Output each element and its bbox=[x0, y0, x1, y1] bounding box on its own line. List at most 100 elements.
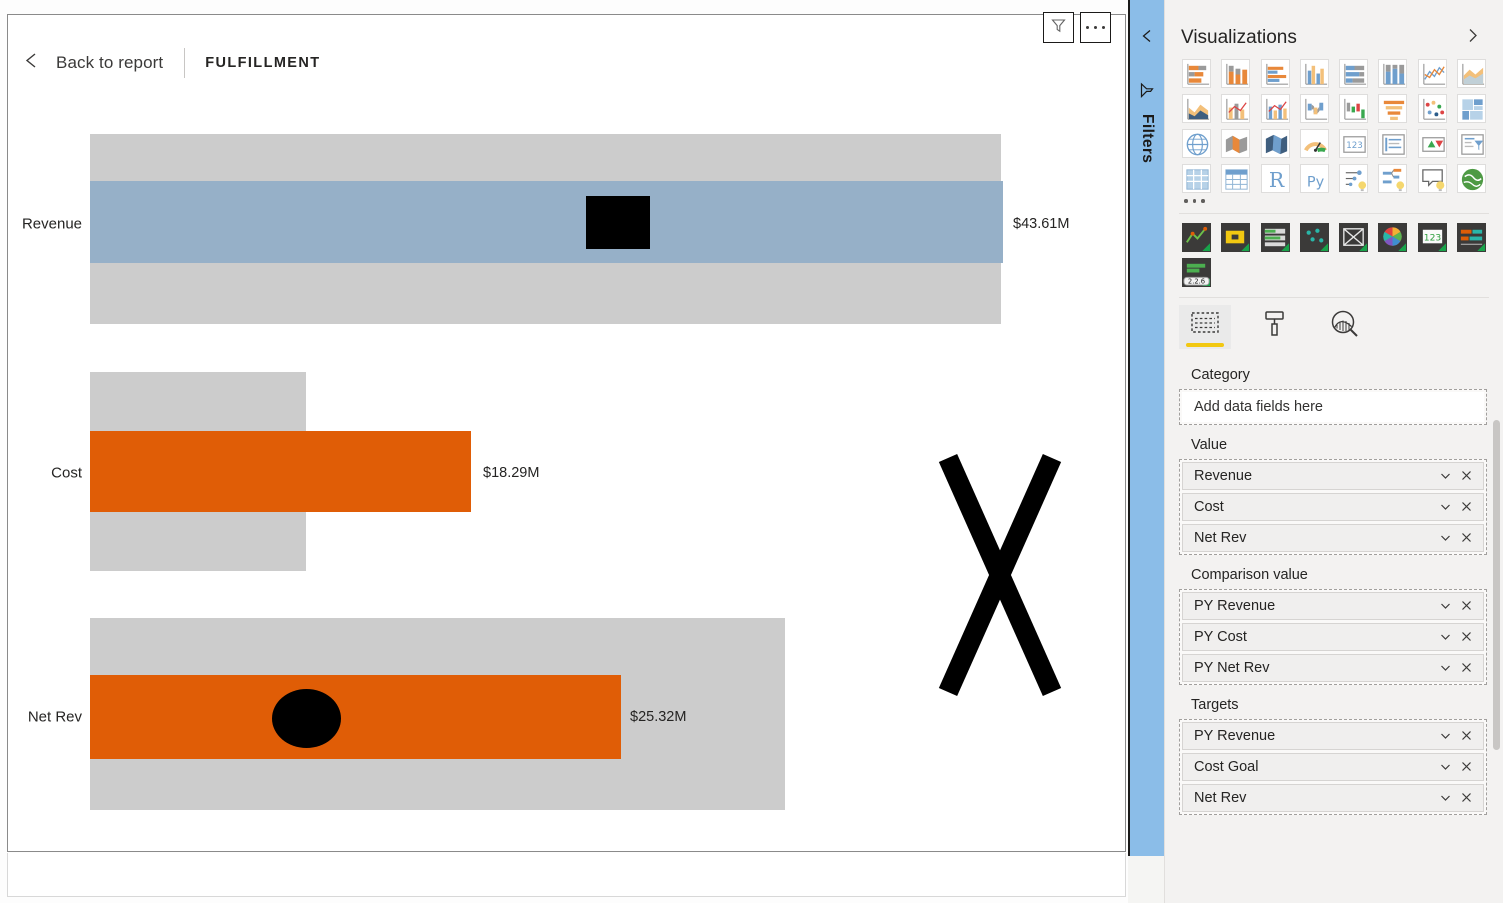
map-icon[interactable] bbox=[1182, 129, 1212, 158]
chevron-left-icon[interactable] bbox=[1139, 28, 1155, 49]
chevron-down-icon[interactable] bbox=[1435, 657, 1456, 678]
custom-image-visual-icon[interactable] bbox=[1339, 222, 1369, 252]
close-x-icon[interactable] bbox=[1456, 756, 1477, 777]
kpi-icon[interactable] bbox=[1417, 129, 1447, 158]
close-x-icon[interactable] bbox=[1456, 465, 1477, 486]
line-and-clustered-column-icon[interactable] bbox=[1260, 94, 1290, 123]
clustered-bar-chart-icon[interactable] bbox=[1260, 59, 1290, 88]
treemap-icon[interactable] bbox=[1456, 94, 1486, 123]
chevron-down-icon[interactable] bbox=[1435, 595, 1456, 616]
field-chip[interactable]: Revenue bbox=[1182, 461, 1484, 490]
filters-pane-collapsed[interactable]: Filters bbox=[1128, 0, 1164, 856]
stacked-area-chart-icon[interactable] bbox=[1182, 94, 1212, 123]
decomposition-tree-icon[interactable] bbox=[1378, 164, 1408, 193]
r-script-visual-icon[interactable]: R bbox=[1260, 164, 1290, 193]
card-icon[interactable]: 123 bbox=[1339, 129, 1369, 158]
multi-row-card-icon[interactable] bbox=[1378, 129, 1408, 158]
field-chip[interactable]: Net Rev bbox=[1182, 523, 1484, 552]
more-visuals-ellipsis[interactable] bbox=[1179, 199, 1489, 203]
field-chip[interactable]: PY Cost bbox=[1182, 622, 1484, 651]
custom-card-visual-icon[interactable] bbox=[1221, 222, 1251, 252]
bullet-row-cost[interactable]: Cost $18.29M bbox=[0, 365, 1119, 571]
table-icon[interactable] bbox=[1182, 164, 1212, 193]
tab-format[interactable] bbox=[1249, 305, 1301, 349]
custom-visuals-section: 123 2.2.6 bbox=[1165, 214, 1503, 287]
scatter-chart-icon[interactable] bbox=[1417, 94, 1447, 123]
visualizations-pane-header: Visualizations bbox=[1165, 0, 1503, 49]
tab-fields[interactable] bbox=[1179, 304, 1231, 349]
custom-bullet-chart-2.2.6-icon[interactable]: 2.2.6 bbox=[1182, 257, 1212, 287]
chevron-down-icon[interactable] bbox=[1435, 527, 1456, 548]
shape-map-icon[interactable] bbox=[1260, 129, 1290, 158]
100-stacked-column-chart-icon[interactable] bbox=[1378, 59, 1408, 88]
matrix-icon[interactable] bbox=[1221, 164, 1251, 193]
filter-funnel-icon bbox=[1138, 81, 1156, 104]
chevron-down-icon[interactable] bbox=[1435, 787, 1456, 808]
bullet-category-label: Cost bbox=[51, 464, 82, 482]
custom-gantt-icon[interactable] bbox=[1456, 222, 1486, 252]
custom-scatter-visual-icon[interactable] bbox=[1299, 222, 1329, 252]
chevron-right-icon[interactable] bbox=[1464, 27, 1481, 49]
close-x-icon[interactable] bbox=[1456, 527, 1477, 548]
custom-bullet-chart-icon[interactable] bbox=[1260, 222, 1290, 252]
bullet-value-bar bbox=[90, 181, 1003, 263]
100-stacked-bar-chart-icon[interactable] bbox=[1339, 59, 1369, 88]
arcgis-maps-icon[interactable] bbox=[1456, 164, 1486, 193]
ribbon-chart-icon[interactable] bbox=[1299, 94, 1329, 123]
visual-filter-button[interactable] bbox=[1043, 12, 1074, 43]
waterfall-chart-icon[interactable] bbox=[1339, 94, 1369, 123]
chevron-down-icon[interactable] bbox=[1435, 626, 1456, 647]
close-x-icon[interactable] bbox=[1456, 595, 1477, 616]
custom-number-visual-icon[interactable]: 123 bbox=[1417, 222, 1447, 252]
visualizations-pane: Visualizations 123 R Py 123 2.2.6 Catego… bbox=[1164, 0, 1503, 903]
field-chip[interactable]: Net Rev bbox=[1182, 783, 1484, 812]
bullet-chart[interactable]: Revenue $43.61M Cost $18.29M Net Rev $25… bbox=[0, 100, 1119, 840]
close-x-icon[interactable] bbox=[1456, 496, 1477, 517]
python-visual-icon[interactable]: Py bbox=[1299, 164, 1329, 193]
line-and-stacked-column-icon[interactable] bbox=[1221, 94, 1251, 123]
report-header: Back to report FULFILLMENT bbox=[0, 32, 1128, 94]
close-x-icon[interactable] bbox=[1456, 787, 1477, 808]
chevron-down-icon[interactable] bbox=[1435, 756, 1456, 777]
close-x-icon[interactable] bbox=[1456, 657, 1477, 678]
field-chip-label: PY Net Rev bbox=[1194, 659, 1270, 676]
bullet-row-net-rev[interactable]: Net Rev $25.32M bbox=[0, 615, 1119, 810]
custom-color-wheel-icon[interactable] bbox=[1378, 222, 1408, 252]
close-x-icon[interactable] bbox=[1456, 626, 1477, 647]
field-chip[interactable]: PY Revenue bbox=[1182, 721, 1484, 750]
clustered-column-chart-icon[interactable] bbox=[1299, 59, 1329, 88]
well-dropzone-category[interactable]: Add data fields here bbox=[1179, 388, 1487, 425]
field-chip[interactable]: PY Net Rev bbox=[1182, 653, 1484, 682]
line-chart-icon[interactable] bbox=[1417, 59, 1447, 88]
svg-text:R: R bbox=[1268, 168, 1284, 192]
stacked-bar-chart-icon[interactable] bbox=[1182, 59, 1212, 88]
visual-more-options-button[interactable] bbox=[1080, 12, 1111, 43]
area-chart-icon[interactable] bbox=[1456, 59, 1486, 88]
close-x-icon[interactable] bbox=[1456, 725, 1477, 746]
field-chip[interactable]: PY Revenue bbox=[1182, 591, 1484, 620]
custom-line-visual-icon[interactable] bbox=[1182, 222, 1212, 252]
field-chip[interactable]: Cost Goal bbox=[1182, 752, 1484, 781]
key-influencers-icon[interactable] bbox=[1339, 164, 1369, 193]
slicer-icon[interactable] bbox=[1456, 129, 1486, 158]
qna-visual-icon[interactable] bbox=[1417, 164, 1447, 193]
visual-header-buttons bbox=[1043, 12, 1111, 43]
field-chip[interactable]: Cost bbox=[1182, 492, 1484, 521]
field-chip-label: PY Revenue bbox=[1194, 727, 1276, 744]
tab-analytics[interactable] bbox=[1319, 305, 1371, 349]
well-title-category: Category bbox=[1191, 366, 1250, 383]
bullet-row-revenue[interactable]: Revenue $43.61M bbox=[0, 124, 1119, 324]
well-placeholder-category[interactable]: Add data fields here bbox=[1182, 391, 1484, 422]
funnel-chart-icon[interactable] bbox=[1378, 94, 1408, 123]
pane-scrollbar[interactable] bbox=[1493, 420, 1500, 750]
well-dropzone-targets[interactable]: PY Revenue Cost Goal Net Rev bbox=[1179, 718, 1487, 815]
gauge-icon[interactable] bbox=[1299, 129, 1329, 158]
well-dropzone-value[interactable]: Revenue Cost Net Rev bbox=[1179, 458, 1487, 555]
well-dropzone-comparison-value[interactable]: PY Revenue PY Cost PY Net Rev bbox=[1179, 588, 1487, 685]
stacked-column-chart-icon[interactable] bbox=[1221, 59, 1251, 88]
chevron-down-icon[interactable] bbox=[1435, 496, 1456, 517]
chevron-down-icon[interactable] bbox=[1435, 465, 1456, 486]
filled-map-icon[interactable] bbox=[1221, 129, 1251, 158]
back-to-report-button[interactable]: Back to report bbox=[22, 51, 163, 75]
chevron-down-icon[interactable] bbox=[1435, 725, 1456, 746]
